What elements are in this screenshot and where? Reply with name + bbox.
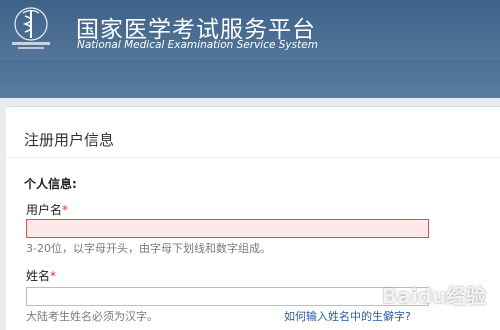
page-title: 注册用户信息 <box>24 131 115 149</box>
username-input[interactable] <box>26 219 429 238</box>
username-label: 用户名* <box>26 201 68 218</box>
username-hint: 3-20位，以字母开头，由字母下划线和数字组成。 <box>26 242 271 255</box>
rare-character-help-link[interactable]: 如何输入姓名中的生僻字? <box>284 308 411 324</box>
header-band <box>0 60 500 98</box>
name-hint: 大陆考生姓名必须为汉字。 <box>26 310 158 323</box>
personal-info-section-label: 个人信息: <box>24 177 77 191</box>
title-divider <box>6 157 500 158</box>
name-label-text: 姓名 <box>26 269 51 283</box>
site-title-english: National Medical Examination Service Sys… <box>77 39 318 51</box>
name-required-mark: * <box>50 269 57 283</box>
name-input[interactable] <box>26 287 429 306</box>
site-header: 国家医学考试服务平台 National Medical Examination … <box>0 0 500 60</box>
name-label: 姓名* <box>26 267 56 284</box>
username-required-mark: * <box>62 203 69 217</box>
baidu-watermark: Baidu经验 <box>382 284 487 308</box>
username-label-text: 用户名 <box>26 203 63 217</box>
medical-caduceus-emblem-icon <box>12 7 50 49</box>
